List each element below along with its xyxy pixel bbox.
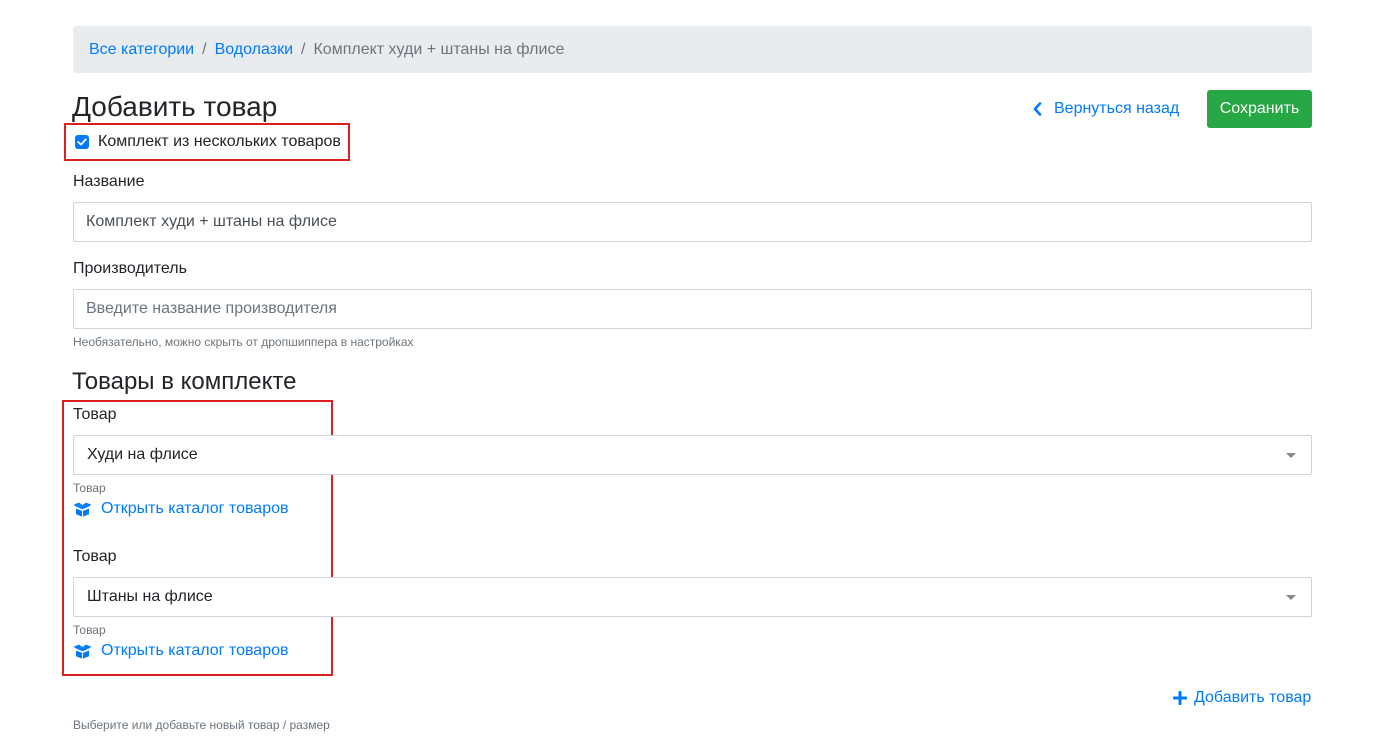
product-select[interactable]: Штаны на флисе [73, 577, 1312, 617]
caret-down-icon [1286, 453, 1296, 458]
manufacturer-help: Необязательно, можно скрыть от дропшиппе… [73, 335, 414, 349]
open-catalog-label: Открыть каталог товаров [101, 642, 289, 659]
kit-checkbox-label: Комплект из нескольких товаров [98, 133, 341, 150]
kit-section-title: Товары в комплекте [72, 368, 297, 395]
check-icon [77, 138, 87, 146]
box-open-icon [73, 502, 92, 517]
breadcrumb-separator: / [301, 40, 306, 58]
box-open-icon [73, 644, 92, 659]
plus-icon [1173, 691, 1187, 705]
product-help: Товар [73, 623, 106, 637]
name-input-value: Комплект худи + штаны на флисе [86, 213, 337, 230]
breadcrumb-category[interactable]: Водолазки [215, 41, 293, 59]
kit-checkbox-highlight[interactable]: Комплект из нескольких товаров [64, 123, 350, 161]
product-label: Товар [73, 548, 117, 565]
product-label: Товар [73, 406, 117, 423]
back-link-label: Вернуться назад [1054, 100, 1180, 117]
open-catalog-link[interactable]: Открыть каталог товаров [73, 500, 288, 518]
breadcrumb-separator: / [202, 40, 207, 58]
name-input[interactable]: Комплект худи + штаны на флисе [73, 202, 1312, 242]
breadcrumb-all-categories[interactable]: Все категории [89, 41, 194, 59]
chevron-left-icon [1033, 102, 1042, 116]
breadcrumb: Все категории / Водолазки / Комплект худ… [73, 26, 1312, 73]
kit-checkbox[interactable] [75, 135, 89, 149]
manufacturer-label: Производитель [73, 260, 187, 277]
kit-footer-help: Выберите или добавьте новый товар / разм… [73, 718, 330, 732]
name-label: Название [73, 173, 145, 190]
add-product-label: Добавить товар [1194, 689, 1312, 706]
manufacturer-input[interactable]: Введите название производителя [73, 289, 1312, 329]
product-select[interactable]: Худи на флисе [73, 435, 1312, 475]
product-select-value: Штаны на флисе [87, 588, 213, 605]
product-select-value: Худи на флисе [87, 446, 198, 463]
open-catalog-link[interactable]: Открыть каталог товаров [73, 642, 288, 660]
caret-down-icon [1286, 595, 1296, 600]
page-title: Добавить товар [72, 91, 278, 122]
add-product-button[interactable]: Добавить товар [1173, 689, 1311, 707]
back-link[interactable]: Вернуться назад [1033, 97, 1179, 121]
breadcrumb-current: Комплект худи + штаны на флисе [313, 40, 565, 58]
save-button[interactable]: Сохранить [1207, 90, 1312, 128]
product-help: Товар [73, 481, 106, 495]
open-catalog-label: Открыть каталог товаров [101, 500, 289, 517]
manufacturer-input-placeholder: Введите название производителя [86, 300, 337, 317]
